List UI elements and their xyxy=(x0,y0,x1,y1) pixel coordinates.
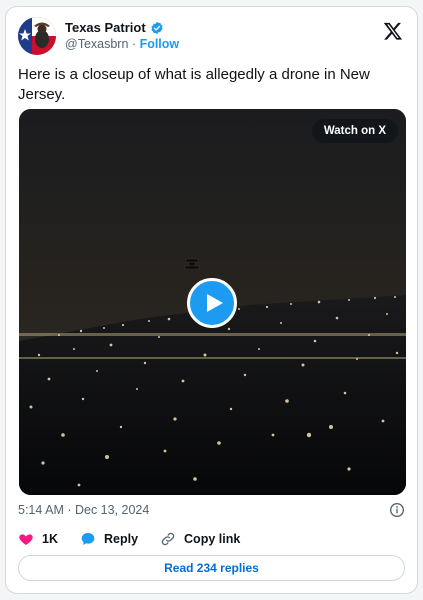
read-replies-button[interactable]: Read 234 replies xyxy=(18,555,405,581)
reply-bubble-icon xyxy=(81,533,95,545)
author-info: Texas Patriot @Texasbrn · Follow xyxy=(65,20,179,51)
separator-dot: · xyxy=(131,37,137,51)
copy-link-label: Copy link xyxy=(184,532,241,546)
x-logo-icon[interactable] xyxy=(383,21,403,41)
tweet-timestamp[interactable]: 5:14 AM · Dec 13, 2024 xyxy=(18,503,149,517)
play-icon xyxy=(207,294,223,312)
action-bar: 1K Reply Copy link xyxy=(18,531,262,547)
play-button[interactable] xyxy=(187,278,237,328)
video-player[interactable]: Watch on X xyxy=(19,109,406,495)
reply-button[interactable]: Reply xyxy=(80,531,138,547)
like-button[interactable]: 1K xyxy=(18,531,58,547)
watch-on-x-button[interactable]: Watch on X xyxy=(311,119,398,143)
tweet-card: Texas Patriot @Texasbrn · Follow Here is… xyxy=(5,6,418,594)
display-name[interactable]: Texas Patriot xyxy=(65,20,146,35)
like-count: 1K xyxy=(42,532,58,546)
heart-icon xyxy=(19,534,33,545)
author-handle[interactable]: @Texasbrn xyxy=(65,37,128,51)
follow-button[interactable]: Follow xyxy=(140,37,180,51)
copy-link-button[interactable]: Copy link xyxy=(160,531,240,547)
avatar[interactable] xyxy=(18,17,56,55)
tweet-header: Texas Patriot @Texasbrn · Follow xyxy=(18,17,405,57)
info-icon[interactable] xyxy=(389,502,405,518)
tweet-text: Here is a closeup of what is allegedly a… xyxy=(18,66,370,103)
verified-badge-icon xyxy=(150,21,164,35)
link-icon xyxy=(161,532,175,546)
reply-label: Reply xyxy=(103,532,139,546)
